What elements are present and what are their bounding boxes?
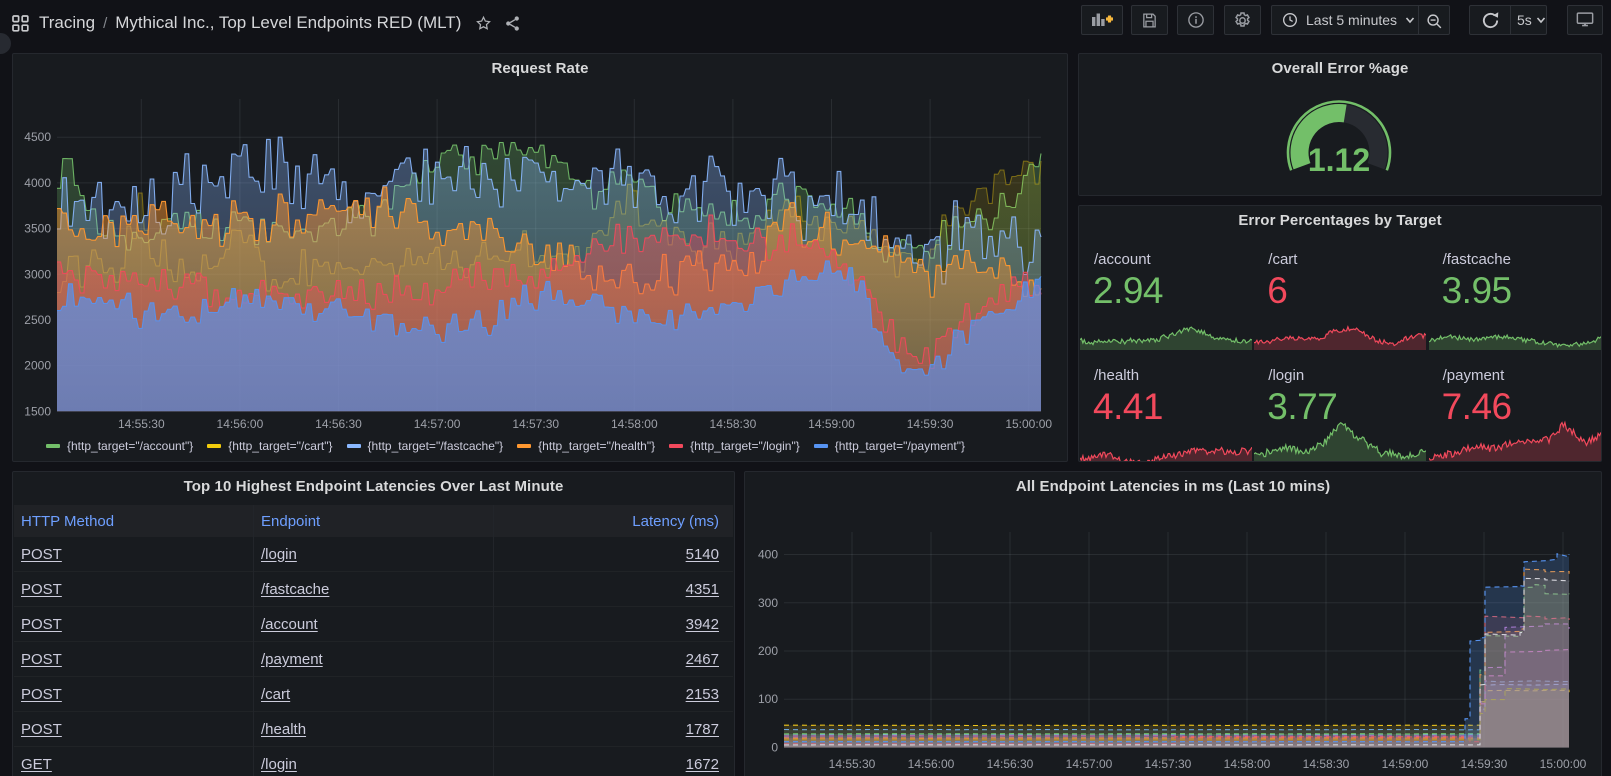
svg-text:14:56:30: 14:56:30 xyxy=(987,757,1034,771)
svg-text:15:00:00: 15:00:00 xyxy=(1005,417,1052,431)
svg-text:14:59:00: 14:59:00 xyxy=(1382,757,1429,771)
svg-text:2000: 2000 xyxy=(24,359,51,373)
svg-text:14:56:30: 14:56:30 xyxy=(315,417,362,431)
svg-text:14:59:30: 14:59:30 xyxy=(1461,757,1508,771)
svg-text:1.12: 1.12 xyxy=(1308,142,1370,178)
svg-text:14:59:00: 14:59:00 xyxy=(808,417,855,431)
svg-text:14:57:30: 14:57:30 xyxy=(1145,757,1192,771)
svg-text:100: 100 xyxy=(758,692,778,706)
svg-text:1500: 1500 xyxy=(24,404,51,418)
svg-text:3000: 3000 xyxy=(24,267,51,281)
svg-text:400: 400 xyxy=(758,548,778,562)
svg-text:14:57:00: 14:57:00 xyxy=(414,417,461,431)
svg-text:4500: 4500 xyxy=(24,130,51,144)
svg-text:14:58:30: 14:58:30 xyxy=(1303,757,1350,771)
svg-text:200: 200 xyxy=(758,644,778,658)
svg-text:14:56:00: 14:56:00 xyxy=(217,417,264,431)
svg-text:4000: 4000 xyxy=(24,176,51,190)
svg-text:2500: 2500 xyxy=(24,313,51,327)
svg-text:14:59:30: 14:59:30 xyxy=(907,417,954,431)
svg-text:15:00:00: 15:00:00 xyxy=(1540,757,1587,771)
svg-text:14:55:30: 14:55:30 xyxy=(118,417,165,431)
svg-text:14:58:00: 14:58:00 xyxy=(1224,757,1271,771)
svg-text:0: 0 xyxy=(771,741,778,755)
svg-text:14:58:00: 14:58:00 xyxy=(611,417,658,431)
svg-text:3500: 3500 xyxy=(24,222,51,236)
svg-text:14:57:30: 14:57:30 xyxy=(512,417,559,431)
svg-text:14:56:00: 14:56:00 xyxy=(908,757,955,771)
svg-text:14:58:30: 14:58:30 xyxy=(710,417,757,431)
svg-text:300: 300 xyxy=(758,596,778,610)
svg-text:14:57:00: 14:57:00 xyxy=(1066,757,1113,771)
svg-text:14:55:30: 14:55:30 xyxy=(829,757,876,771)
